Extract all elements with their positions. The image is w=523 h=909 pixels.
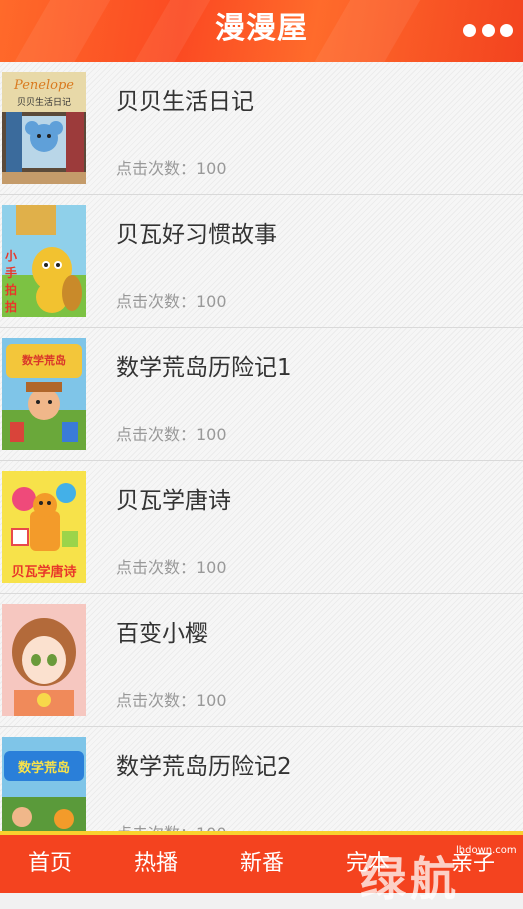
svg-text:拍: 拍 (5, 282, 17, 297)
watermark-text: 绿航 (360, 852, 460, 906)
more-dots-icon[interactable] (463, 17, 513, 43)
thumbnail: 数学荒岛 (2, 338, 86, 450)
click-count: 点击次数：100 (116, 558, 227, 577)
thumbnail: Penelope 贝贝生活日记 (2, 72, 86, 184)
list-item[interactable]: 数学荒岛 数学荒岛历险记1 点击次数：100 (0, 328, 523, 461)
tab-hot[interactable]: 热播 (106, 835, 206, 893)
thumb-logo-text: 贝瓦学唐诗 (11, 564, 76, 580)
click-count: 点击次数：100 (116, 820, 227, 831)
tab-home[interactable]: 首页 (0, 835, 100, 893)
tab-new[interactable]: 新番 (212, 835, 312, 893)
svg-text:小: 小 (5, 248, 17, 263)
thumbnail: 数学荒岛 (2, 737, 86, 831)
list-item[interactable]: 百变小樱 点击次数：100 (0, 594, 523, 727)
list-item[interactable]: 贝瓦学唐诗 贝瓦学唐诗 点击次数：100 (0, 461, 523, 594)
video-list: Penelope 贝贝生活日记 贝贝生活日记 点击次数：100 小 手 拍 拍 (0, 62, 523, 831)
click-count: 点击次数：100 (116, 159, 227, 178)
svg-text:拍: 拍 (5, 299, 17, 314)
thumbnail (2, 604, 86, 716)
thumb-logo-text: 数学荒岛 (22, 353, 66, 367)
bottom-tab-bar: 首页 热播 新番 完本 亲子 绿航 lhdown.com (0, 831, 523, 906)
thumb-logo-text: Penelope (13, 78, 74, 93)
item-title: 贝贝生活日记 (116, 89, 254, 115)
click-count: 点击次数：100 (116, 425, 227, 444)
thumb-sub-text: 贝贝生活日记 (17, 96, 71, 108)
item-title: 贝瓦学唐诗 (116, 488, 231, 514)
list-item[interactable]: 小 手 拍 拍 贝瓦好习惯故事 点击次数：100 (0, 195, 523, 328)
watermark-url: lhdown.com (456, 845, 517, 856)
item-title: 百变小樱 (116, 621, 208, 647)
svg-text:手: 手 (5, 265, 17, 280)
click-count: 点击次数：100 (116, 292, 227, 311)
item-title: 数学荒岛历险记1 (116, 355, 292, 381)
thumbnail: 贝瓦学唐诗 (2, 471, 86, 583)
app-header: 漫漫屋 (0, 0, 523, 62)
item-title: 贝瓦好习惯故事 (116, 222, 277, 248)
click-count: 点击次数：100 (116, 691, 227, 710)
item-title: 数学荒岛历险记2 (116, 754, 292, 780)
list-item[interactable]: 数学荒岛 数学荒岛历险记2 点击次数：100 (0, 727, 523, 831)
page-title: 漫漫屋 (215, 11, 308, 46)
thumb-logo-text: 数学荒岛 (18, 760, 70, 776)
list-item[interactable]: Penelope 贝贝生活日记 贝贝生活日记 点击次数：100 (0, 62, 523, 195)
thumbnail: 小 手 拍 拍 (2, 205, 86, 317)
